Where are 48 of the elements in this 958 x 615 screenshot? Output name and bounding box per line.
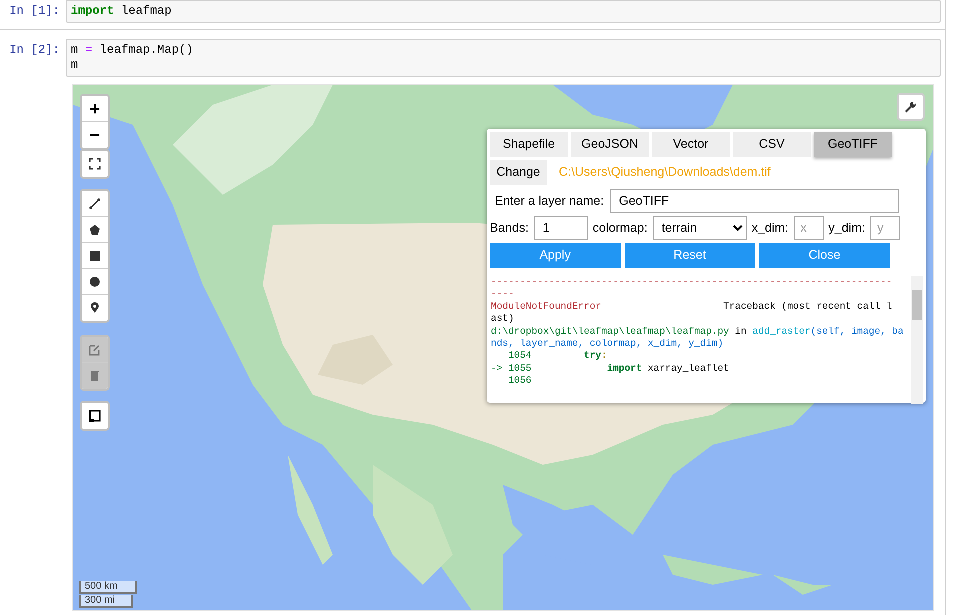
- output-line: nds, layer_name, colormap, x_dim, y_dim): [491, 338, 725, 350]
- tab[interactable]: GeoJSON: [571, 132, 649, 157]
- tab[interactable]: CSV: [733, 132, 811, 157]
- toolbar-button[interactable]: [897, 93, 925, 121]
- change-button[interactable]: Change: [490, 160, 547, 185]
- output-line: ---------------------------------------------------------------------: [491, 276, 894, 288]
- cell-prompt: In [1]:: [8, 3, 61, 20]
- field-label: Bands:: [490, 220, 529, 237]
- ruler-icon: [89, 410, 101, 422]
- field-label: Enter a layer name:: [495, 192, 604, 210]
- output-line: d:\dropbox\git\leafmap\leafmap\leafmap.py in add_raster(self, image, ba: [491, 326, 905, 338]
- square-icon: [89, 250, 101, 262]
- code-cell[interactable]: import leafmap: [66, 0, 941, 23]
- x-dim-field[interactable]: x: [794, 216, 824, 240]
- circle-icon: [89, 276, 101, 288]
- tab[interactable]: GeoTIFF: [814, 132, 892, 157]
- output-line: ----: [491, 288, 516, 301]
- line-tool-button[interactable]: [82, 191, 108, 217]
- scrollbar[interactable]: [911, 276, 923, 404]
- wrench-icon: [905, 101, 917, 113]
- trash-icon: [89, 370, 101, 382]
- output-line: -> 1055 import xarray_leaflet: [491, 362, 730, 376]
- output-line: 1056: [507, 375, 533, 388]
- fullscreen-tool-button[interactable]: [82, 151, 108, 177]
- line-icon: [89, 198, 101, 210]
- marker-icon: [89, 302, 101, 314]
- output-line: 1054 try:: [507, 350, 608, 363]
- colormap-dropdown[interactable]: terrain: [652, 216, 747, 240]
- edit-icon: [89, 344, 101, 356]
- bands-field[interactable]: 1: [534, 216, 588, 240]
- output-line: ast): [491, 313, 516, 326]
- y-dim-field[interactable]: y: [870, 216, 900, 240]
- tab[interactable]: Shapefile: [490, 132, 568, 157]
- fullscreen-icon: [89, 158, 101, 170]
- tab[interactable]: Vector: [652, 132, 730, 157]
- output-line: ModuleNotFoundError Traceback (most recent call l: [491, 300, 894, 314]
- cell-prompt: In [2]:: [8, 42, 61, 59]
- scale-label: 500 km: [79, 581, 137, 594]
- pentagon-icon: [89, 224, 101, 236]
- zoom-in-button[interactable]: +: [82, 96, 108, 122]
- measure-tool-button[interactable]: [82, 403, 108, 429]
- field-label: y_dim:: [828, 220, 866, 237]
- code-cell[interactable]: m = leafmap.Map() m: [66, 39, 941, 77]
- file-path: C:\Users\Qiusheng\Downloads\dem.tif: [559, 164, 771, 182]
- scale-label: 300 mi: [79, 595, 133, 608]
- field-label: colormap:: [592, 220, 648, 237]
- layer-name-field[interactable]: GeoTIFF: [610, 189, 900, 213]
- field-label: x_dim:: [752, 220, 789, 237]
